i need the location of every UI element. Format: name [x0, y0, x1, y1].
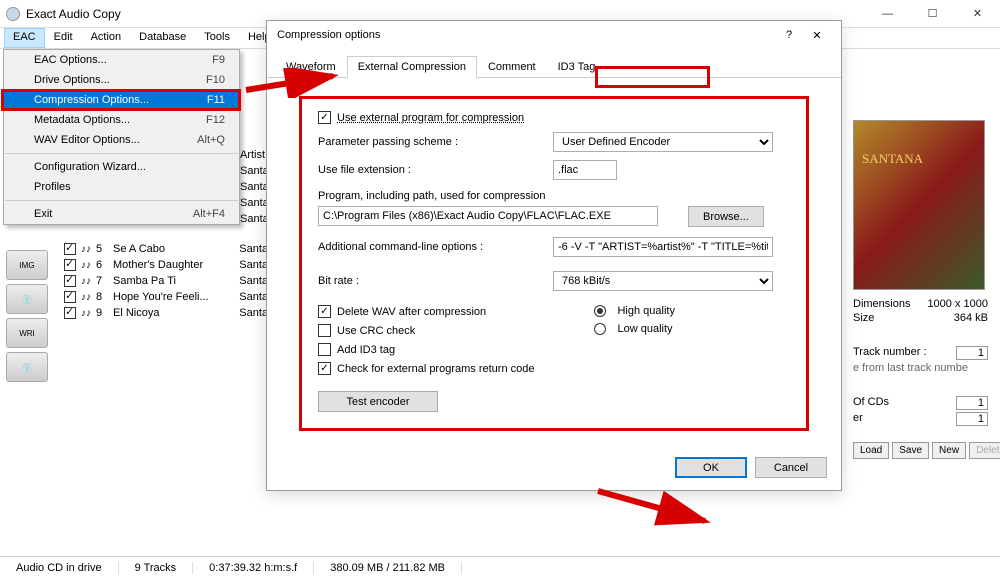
- menu-exit[interactable]: ExitAlt+F4: [4, 204, 239, 224]
- menu-separator: [5, 200, 238, 201]
- param-scheme-select[interactable]: User Defined Encoder: [553, 132, 773, 152]
- wri-button[interactable]: WRI: [6, 318, 48, 348]
- menu-metadata-options[interactable]: Metadata Options...F12: [4, 110, 239, 130]
- bitrate-label: Bit rate :: [318, 275, 553, 287]
- tab-id3[interactable]: ID3 Tag: [547, 56, 607, 78]
- track-table: ♪♪5Se A CaboSanta ♪♪6Mother's DaughterSa…: [64, 241, 268, 321]
- help-button[interactable]: ?: [775, 29, 803, 41]
- menu-drive-options[interactable]: Drive Options...F10: [4, 70, 239, 90]
- low-quality-radio[interactable]: Low quality: [594, 323, 674, 335]
- track-checkbox[interactable]: [64, 259, 76, 271]
- album-cover: [853, 120, 985, 290]
- delete-button[interactable]: Delete: [969, 442, 1000, 459]
- addl-label: Additional command-line options :: [318, 241, 553, 253]
- bitrate-select[interactable]: 768 kBit/s: [553, 271, 773, 291]
- menu-edit[interactable]: Edit: [45, 28, 82, 48]
- app-icon: [6, 7, 20, 21]
- compression-options-dialog: Compression options ? ✕ Waveform Externa…: [266, 20, 842, 491]
- minimize-button[interactable]: —: [865, 0, 910, 27]
- id3-checkbox[interactable]: Add ID3 tag: [318, 343, 534, 356]
- menu-eac-options[interactable]: EAC Options...F9: [4, 50, 239, 70]
- track-checkbox[interactable]: [64, 307, 76, 319]
- dialog-close-button[interactable]: ✕: [803, 29, 831, 42]
- test-encoder-button[interactable]: Test encoder: [318, 391, 438, 412]
- menu-config-wizard[interactable]: Configuration Wizard...: [4, 157, 239, 177]
- ok-button[interactable]: OK: [675, 457, 747, 478]
- track-no-label: Track number :: [853, 346, 927, 360]
- status-tracks: 9 Tracks: [119, 562, 194, 574]
- menu-eac[interactable]: EAC: [4, 28, 45, 48]
- param-scheme-label: Parameter passing scheme :: [318, 136, 553, 148]
- maximize-button[interactable]: ☐: [910, 0, 955, 27]
- of-cds-label: Of CDs: [853, 396, 889, 410]
- dialog-title: Compression options: [277, 29, 380, 41]
- track-row[interactable]: ♪♪6Mother's DaughterSanta: [64, 257, 268, 273]
- tab-external-compression[interactable]: External Compression: [347, 56, 477, 78]
- disc-button[interactable]: 💿: [6, 284, 48, 314]
- track-no-input[interactable]: [956, 346, 988, 360]
- addl-options-input[interactable]: [553, 237, 773, 257]
- menu-separator: [5, 153, 238, 154]
- menu-action[interactable]: Action: [82, 28, 131, 48]
- disc-button-2[interactable]: 💿: [6, 352, 48, 382]
- dimensions-label: Dimensions: [853, 298, 910, 310]
- save-button[interactable]: Save: [892, 442, 929, 459]
- music-icon: ♪♪: [81, 308, 91, 319]
- new-button[interactable]: New: [932, 442, 966, 459]
- img-button[interactable]: IMG: [6, 250, 48, 280]
- left-toolbar: IMG 💿 WRI 💿: [6, 250, 56, 386]
- browse-button[interactable]: Browse...: [688, 206, 764, 227]
- delete-wav-checkbox[interactable]: ✓Delete WAV after compression: [318, 305, 534, 318]
- track-row[interactable]: ♪♪5Se A CaboSanta: [64, 241, 268, 257]
- cancel-button[interactable]: Cancel: [755, 457, 827, 478]
- eac-dropdown: EAC Options...F9 Drive Options...F10 Com…: [3, 49, 240, 225]
- status-size: 380.09 MB / 211.82 MB: [314, 562, 462, 574]
- menu-compression-options[interactable]: Compression Options...F11: [4, 90, 239, 110]
- right-panel: Dimensions 1000 x 1000 Size 364 kB Track n…: [853, 120, 988, 459]
- menu-database[interactable]: Database: [130, 28, 195, 48]
- close-button[interactable]: ✕: [955, 0, 1000, 27]
- ext-input[interactable]: [553, 160, 617, 180]
- size-label: Size: [853, 312, 874, 324]
- menu-tools[interactable]: Tools: [195, 28, 239, 48]
- music-icon: ♪♪: [81, 292, 91, 303]
- track-checkbox[interactable]: [64, 275, 76, 287]
- of-cds-input[interactable]: [956, 396, 988, 410]
- tab-comment[interactable]: Comment: [477, 56, 547, 78]
- ext-label: Use file extension :: [318, 164, 553, 176]
- program-path-input[interactable]: [318, 206, 658, 226]
- music-icon: ♪♪: [81, 276, 91, 287]
- music-icon: ♪♪: [81, 244, 91, 255]
- tab-waveform[interactable]: Waveform: [275, 56, 347, 78]
- er-label: er: [853, 412, 863, 426]
- last-track-text: e from last track numbe: [853, 362, 988, 374]
- track-checkbox[interactable]: [64, 243, 76, 255]
- size-value: 364 kB: [954, 312, 988, 324]
- dimensions-value: 1000 x 1000: [927, 298, 988, 310]
- crc-checkbox[interactable]: Use CRC check: [318, 324, 534, 337]
- menu-profiles[interactable]: Profiles: [4, 177, 239, 197]
- menu-wav-editor-options[interactable]: WAV Editor Options...Alt+Q: [4, 130, 239, 150]
- track-row[interactable]: ♪♪9El NicoyaSanta: [64, 305, 268, 321]
- use-external-checkbox[interactable]: ✓Use external program for compression: [318, 111, 524, 124]
- dialog-tabs: Waveform External Compression Comment ID…: [267, 49, 841, 78]
- track-checkbox[interactable]: [64, 291, 76, 303]
- high-quality-radio[interactable]: High quality: [594, 305, 674, 317]
- music-icon: ♪♪: [81, 260, 91, 271]
- load-button[interactable]: Load: [853, 442, 889, 459]
- app-title: Exact Audio Copy: [26, 7, 865, 21]
- er-input[interactable]: [956, 412, 988, 426]
- dialog-titlebar: Compression options ? ✕: [267, 21, 841, 49]
- status-drive: Audio CD in drive: [0, 562, 119, 574]
- statusbar: Audio CD in drive 9 Tracks 0:37:39.32 h:…: [0, 556, 1000, 579]
- retcode-checkbox[interactable]: ✓Check for external programs return code: [318, 362, 534, 375]
- program-label: Program, including path, used for compre…: [318, 190, 545, 202]
- status-time: 0:37:39.32 h:m:s.f: [193, 562, 314, 574]
- track-row[interactable]: ♪♪7Samba Pa TiSanta: [64, 273, 268, 289]
- annotation-framed-section: ✓Use external program for compression Pa…: [299, 96, 809, 431]
- track-row[interactable]: ♪♪8Hope You're Feeli...Santa: [64, 289, 268, 305]
